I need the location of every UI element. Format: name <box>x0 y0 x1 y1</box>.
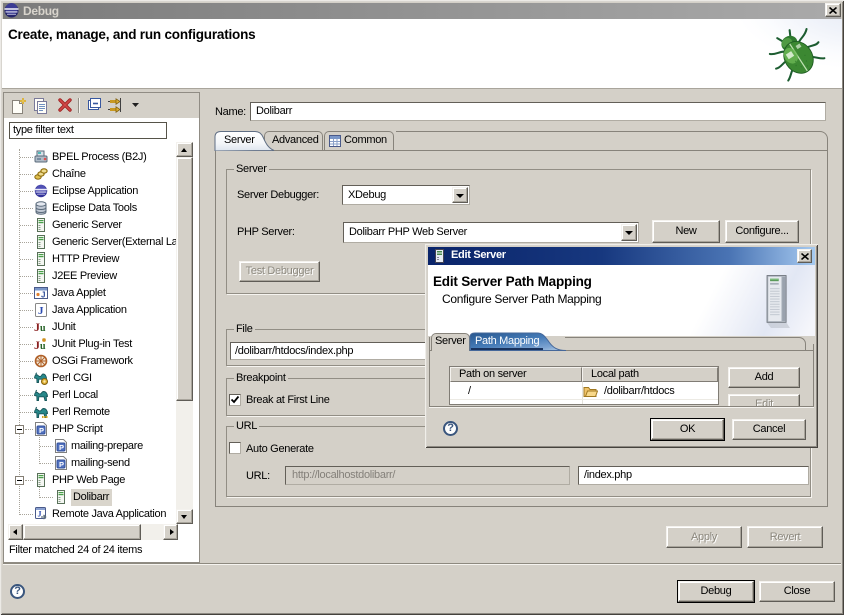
svg-text:u: u <box>40 323 46 334</box>
svg-text:u: u <box>40 341 46 352</box>
svg-text:P: P <box>59 443 64 452</box>
svg-text:J: J <box>41 291 45 300</box>
svg-text:P: P <box>39 426 44 435</box>
svg-text:J: J <box>38 305 44 317</box>
svg-text:J: J <box>38 510 42 519</box>
svg-text:P: P <box>59 460 64 469</box>
